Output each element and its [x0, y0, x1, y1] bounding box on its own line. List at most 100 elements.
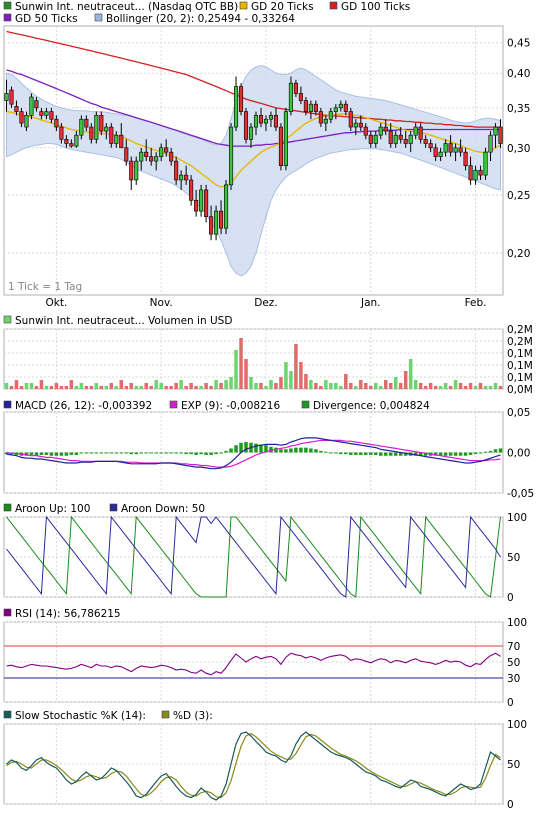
volume-bar — [204, 383, 208, 389]
divergence-bar — [229, 448, 233, 453]
volume-y-tick: 0,1M — [507, 360, 533, 372]
divergence-bar — [104, 452, 109, 454]
divergence-bar — [309, 448, 313, 453]
volume-bar — [79, 383, 84, 389]
candle-down — [298, 93, 303, 101]
volume-bar — [468, 383, 473, 389]
volume-bar — [393, 377, 398, 389]
candle-up — [443, 143, 448, 153]
divergence-bar — [29, 452, 34, 455]
divergence-bar — [473, 452, 478, 455]
volume-bar — [354, 386, 358, 389]
divergence-bar — [354, 452, 358, 455]
divergence-bar — [179, 452, 183, 454]
volume-bar — [199, 386, 203, 389]
candle-down — [99, 115, 104, 132]
candle-down — [318, 111, 323, 124]
divergence-bar — [129, 452, 133, 455]
divergence-bar — [458, 452, 463, 456]
candle-down — [258, 115, 264, 124]
divergence-bar — [119, 452, 124, 454]
divergence-bar — [284, 449, 288, 453]
volume-bar — [209, 386, 213, 389]
divergence-bar — [493, 449, 498, 453]
volume-bar — [433, 386, 438, 389]
volume-bar — [64, 386, 69, 389]
divergence-bar — [44, 452, 49, 455]
candle-up — [228, 126, 234, 186]
divergence-bar — [294, 447, 298, 453]
volume-bar — [403, 371, 408, 389]
candle-up — [248, 126, 254, 140]
volume-y-tick: 0,0M — [507, 384, 533, 396]
volume-bar — [458, 383, 463, 389]
stoch-legend-label: %D (3): — [173, 710, 213, 722]
candle-down — [458, 147, 463, 153]
rsi-y-tick: 30 — [507, 673, 520, 685]
candle-up — [139, 151, 144, 162]
volume-bar — [219, 383, 223, 389]
macd-legend-swatch — [3, 400, 12, 409]
volume-bar — [388, 383, 393, 389]
divergence-bar — [244, 441, 248, 453]
volume-y-tick: 0,1M — [507, 372, 533, 384]
aroon-legend-label: Aroon Up: 100 — [15, 503, 90, 515]
volume-y-tick: 0,2M — [507, 336, 533, 348]
divergence-bar — [254, 443, 258, 453]
volume-bar — [349, 383, 353, 389]
candle-up — [473, 170, 478, 181]
candle-down — [363, 126, 368, 136]
volume-bar — [314, 383, 318, 389]
price-legend-label: GD 50 Ticks — [15, 13, 78, 25]
divergence-bar — [393, 452, 398, 456]
rsi-line — [6, 652, 501, 676]
volume-bar — [29, 383, 34, 389]
divergence-bar — [488, 450, 493, 453]
divergence-bar — [159, 452, 163, 454]
volume-bar — [359, 380, 363, 389]
divergence-bar — [139, 452, 143, 454]
candle-up — [154, 156, 159, 162]
divergence-bar — [388, 452, 393, 456]
divergence-bar — [383, 452, 388, 456]
volume-bar — [169, 386, 173, 389]
candle-down — [418, 126, 423, 140]
volume-bar — [364, 383, 368, 389]
volume-bar — [104, 386, 109, 389]
volume-bar — [383, 380, 388, 389]
candle-down — [89, 126, 94, 140]
divergence-bar — [334, 452, 338, 454]
candle-up — [393, 134, 398, 144]
volume-bar — [89, 386, 94, 389]
divergence-bar — [214, 452, 218, 455]
volume-bar — [9, 386, 14, 389]
aroon-legend-label: Aroon Down: 50 — [121, 503, 205, 515]
divergence-bar — [189, 452, 193, 455]
volume-bar — [428, 383, 433, 389]
volume-bar — [289, 371, 293, 389]
stock-chart: Sunwin Int. neutraceut... (Nasdaq OTC BB… — [3, 1, 534, 811]
divergence-bar — [453, 452, 458, 456]
divergence-bar — [448, 452, 453, 456]
volume-bar — [184, 386, 188, 389]
candle-up — [159, 147, 164, 157]
candle-up — [253, 115, 259, 128]
candle-down — [383, 126, 388, 132]
divergence-bar — [39, 452, 44, 455]
candle-down — [423, 139, 428, 144]
divergence-bar — [134, 452, 138, 455]
candle-up — [224, 184, 229, 229]
candle-down — [273, 115, 279, 128]
macd-legend-swatch — [169, 400, 178, 409]
candle-down — [498, 126, 503, 144]
candle-down — [204, 189, 209, 217]
volume-bar — [498, 386, 503, 389]
volume-bar — [408, 359, 413, 389]
volume-bar — [493, 383, 498, 389]
aroon-legend-swatch — [109, 503, 118, 512]
volume-panel-frame — [3, 328, 504, 390]
volume-bar — [129, 383, 133, 389]
volume-title: Sunwin Int. neutraceut... Volumen in USD — [15, 315, 232, 327]
price-y-tick: 0,40 — [507, 68, 530, 80]
volume-bar — [453, 380, 458, 389]
